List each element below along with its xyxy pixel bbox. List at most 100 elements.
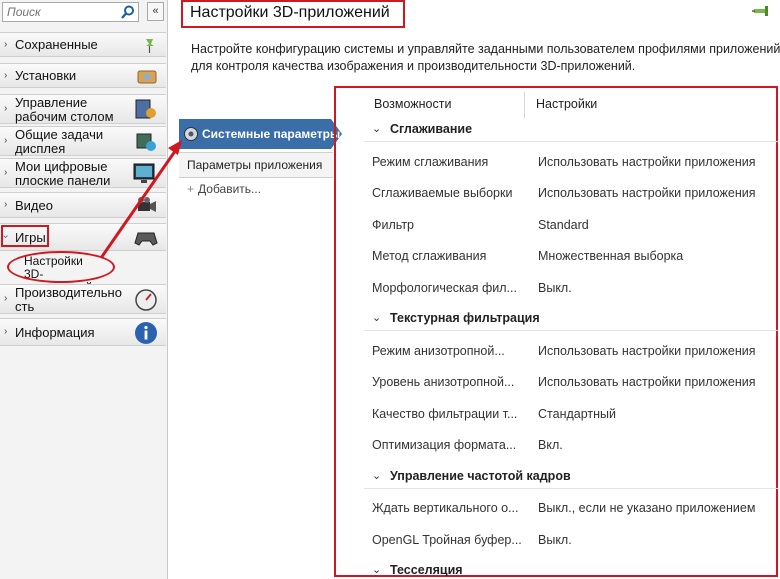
settings-row[interactable]: Уровень анизотропной... Использовать наст… (364, 372, 778, 392)
add-profile-label: Добавить... (198, 182, 262, 196)
setting-name: Ждать вертикального о... (372, 501, 519, 515)
setting-value[interactable]: Выкл., если не указано приложением (538, 501, 755, 515)
pin-icon (146, 39, 154, 53)
settings-group-header[interactable]: ⌄ Управление частотой кадров (364, 467, 778, 489)
description-line: для контроля качества изображения и прои… (191, 59, 636, 73)
app-settings-tab[interactable]: Параметры приложения (179, 152, 333, 178)
setting-value[interactable]: Множественная выборка (538, 249, 683, 263)
tools-icon (137, 70, 157, 84)
column-separator[interactable] (524, 92, 525, 118)
column-header-settings[interactable]: Настройки (536, 97, 597, 111)
system-settings-tab[interactable]: Системные параметры (179, 119, 342, 149)
settings-row[interactable]: Сглаживаемые выборки Использовать настрой… (364, 183, 778, 203)
chevron-right-icon: › (4, 326, 8, 337)
app-settings-label: Параметры приложения (187, 158, 323, 172)
chevron-down-icon[interactable]: ⌄ (372, 311, 381, 324)
settings-group-title: Тесселяция (390, 563, 463, 576)
plus-icon: + (187, 182, 195, 196)
settings-group-title: Текстурная фильтрация (390, 311, 540, 325)
setting-value[interactable]: Использовать настройки приложения (538, 375, 755, 389)
settings-group-header[interactable]: ⌄ Тесселяция (364, 561, 778, 576)
setting-name: Морфологическая фил... (372, 280, 517, 295)
sidebar-item-flat-panels[interactable]: › Мои цифровые плоские панели (0, 158, 166, 188)
setting-name: Метод сглаживания (372, 249, 487, 263)
description-line: Настройте конфигурацию системы и управля… (191, 42, 780, 56)
gamepad-icon (134, 232, 158, 246)
setting-value[interactable]: Выкл. (538, 533, 572, 547)
settings-row[interactable]: Фильтр Standard (364, 215, 778, 235)
settings-table: Возможности Настройки ⌄ Сглаживание Режим … (364, 90, 778, 576)
settings-row[interactable]: Режим сглаживания Использовать настройки … (364, 152, 778, 172)
chevron-right-icon: › (4, 103, 8, 114)
desktop-icon (135, 99, 156, 119)
setting-name: Режим анизотропной... (372, 343, 505, 358)
chevron-down-icon[interactable]: ⌄ (372, 469, 381, 482)
settings-row[interactable]: Качество фильтрации т... Стандартный (364, 404, 778, 424)
settings-row[interactable]: Морфологическая фил... Выкл. (364, 278, 778, 298)
chevron-right-icon: › (4, 70, 8, 81)
flat-panel-icon (133, 163, 155, 183)
settings-row[interactable]: Оптимизация формата... Вкл. (364, 435, 778, 455)
settings-group-header[interactable]: ⌄ Сглаживание (364, 120, 778, 142)
setting-name: Уровень анизотропной... (372, 375, 515, 389)
collapse-sidebar-button[interactable]: « (147, 2, 164, 21)
chevron-right-icon: › (4, 293, 8, 304)
column-header-features[interactable]: Возможности (374, 97, 451, 111)
sidebar-item-label: Производительность (15, 285, 122, 314)
chevron-down-icon[interactable]: ⌄ (372, 122, 381, 135)
setting-name: Оптимизация формата... (372, 438, 517, 452)
chevron-right-icon: › (4, 39, 8, 50)
settings-row[interactable]: OpenGL Тройная буфер... Выкл. (364, 530, 778, 550)
sidebar-item-label: Видео (15, 198, 53, 213)
sidebar-item-label: Мои цифровые плоские панели (15, 159, 111, 188)
setting-value[interactable]: Использовать настройки приложения (538, 155, 755, 169)
search-box[interactable] (2, 2, 139, 22)
setting-value[interactable]: Выкл. (538, 281, 572, 295)
sidebar-item-label: Управление рабочим столом (15, 95, 114, 124)
search-icon[interactable] (121, 5, 135, 19)
settings-row[interactable]: Режим анизотропной... Использовать настро… (364, 341, 778, 361)
gear-icon (184, 127, 198, 141)
sidebar-item-saved[interactable]: › Сохраненные (0, 32, 166, 57)
sidebar-item-label: Общие задачи дисплея (15, 127, 104, 156)
chevron-right-icon: › (4, 199, 8, 210)
settings-row[interactable]: Метод сглаживания Множественная выборка (364, 246, 778, 266)
video-camera-icon (138, 197, 156, 212)
page-description: Настройте конфигурацию системы и управля… (191, 41, 780, 75)
sidebar-item-setup[interactable]: › Установки (0, 63, 166, 88)
page-title: Настройки 3D-приложений (190, 4, 390, 21)
setting-name: Фильтр (372, 217, 414, 232)
setting-value[interactable]: Использовать настройки приложения (538, 344, 755, 358)
divider (364, 330, 778, 331)
chevron-down-icon[interactable]: ⌄ (372, 563, 381, 576)
settings-row[interactable]: Ждать вертикального о... Выкл., если не у… (364, 498, 778, 518)
sidebar-item-desktop[interactable]: › Управление рабочим столом (0, 94, 166, 124)
settings-group-title: Управление частотой кадров (390, 468, 571, 483)
sidebar-item-performance[interactable]: › Производительность (0, 284, 166, 314)
gauge-icon (135, 289, 157, 311)
divider (364, 487, 778, 489)
pin-window-icon[interactable] (752, 4, 772, 18)
setting-value[interactable]: Использовать настройки приложения (538, 186, 755, 200)
sidebar-item-display-tasks[interactable]: › Общие задачи дисплея (0, 126, 166, 156)
setting-name: Режим сглаживания (372, 154, 489, 169)
setting-value[interactable]: Standard (538, 218, 589, 232)
system-settings-label: Системные параметры (202, 127, 341, 141)
setting-name: Сглаживаемые выборки (372, 186, 513, 200)
settings-group-title: Сглаживание (390, 122, 473, 136)
annotation-ellipse-3d-settings (7, 251, 115, 283)
settings-group-header[interactable]: ⌄ Текстурная фильтрация (364, 309, 778, 331)
sidebar-item-info[interactable]: › Информация (0, 318, 166, 346)
search-input[interactable] (3, 3, 121, 21)
sidebar: « › Сохраненные › Установки › Управление… (0, 0, 168, 579)
info-icon (135, 322, 157, 344)
chevron-right-icon: › (4, 135, 8, 146)
add-profile-button[interactable]: + Добавить... (179, 182, 261, 196)
setting-value[interactable]: Стандартный (538, 407, 616, 421)
divider (364, 141, 778, 142)
sidebar-item-label: Информация (15, 325, 95, 340)
setting-value[interactable]: Вкл. (538, 438, 563, 452)
sidebar-item-video[interactable]: › Видео (0, 192, 166, 218)
annotation-box-games (1, 225, 49, 247)
sidebar-item-label: Установки (15, 68, 77, 83)
